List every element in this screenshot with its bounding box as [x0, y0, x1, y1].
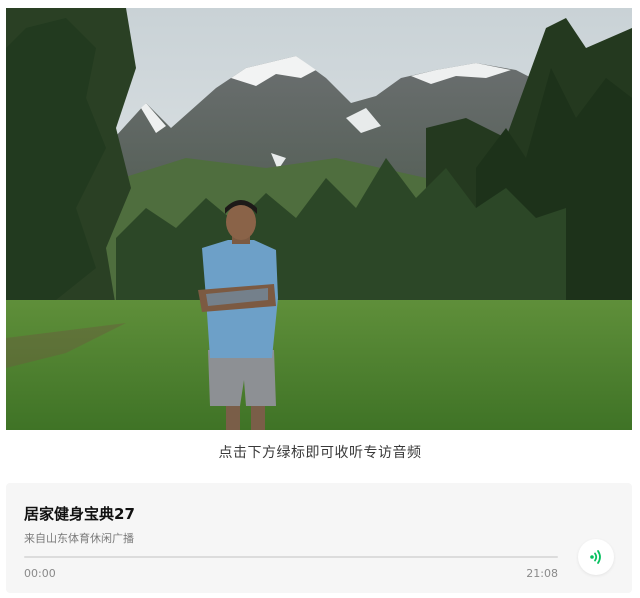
audio-hint-caption: 点击下方绿标即可收听专访音频: [218, 445, 422, 461]
interview-photo[interactable]: [6, 8, 632, 430]
audio-title: 居家健身宝典27: [24, 505, 135, 523]
audio-play-button[interactable]: [578, 539, 614, 575]
audio-total-time: 21:08: [526, 567, 558, 580]
audio-wave-icon: [590, 550, 601, 564]
audio-progress-bar[interactable]: [24, 556, 558, 558]
article-page: 点击下方绿标即可收听专访音频 居家健身宝典27 来自山东体育休闲广播 00:00…: [0, 0, 640, 598]
audio-source: 来自山东体育休闲广播: [24, 532, 134, 545]
audio-player-card[interactable]: 居家健身宝典27 来自山东体育休闲广播 00:00 21:08: [6, 483, 632, 593]
audio-current-time: 00:00: [24, 567, 56, 580]
